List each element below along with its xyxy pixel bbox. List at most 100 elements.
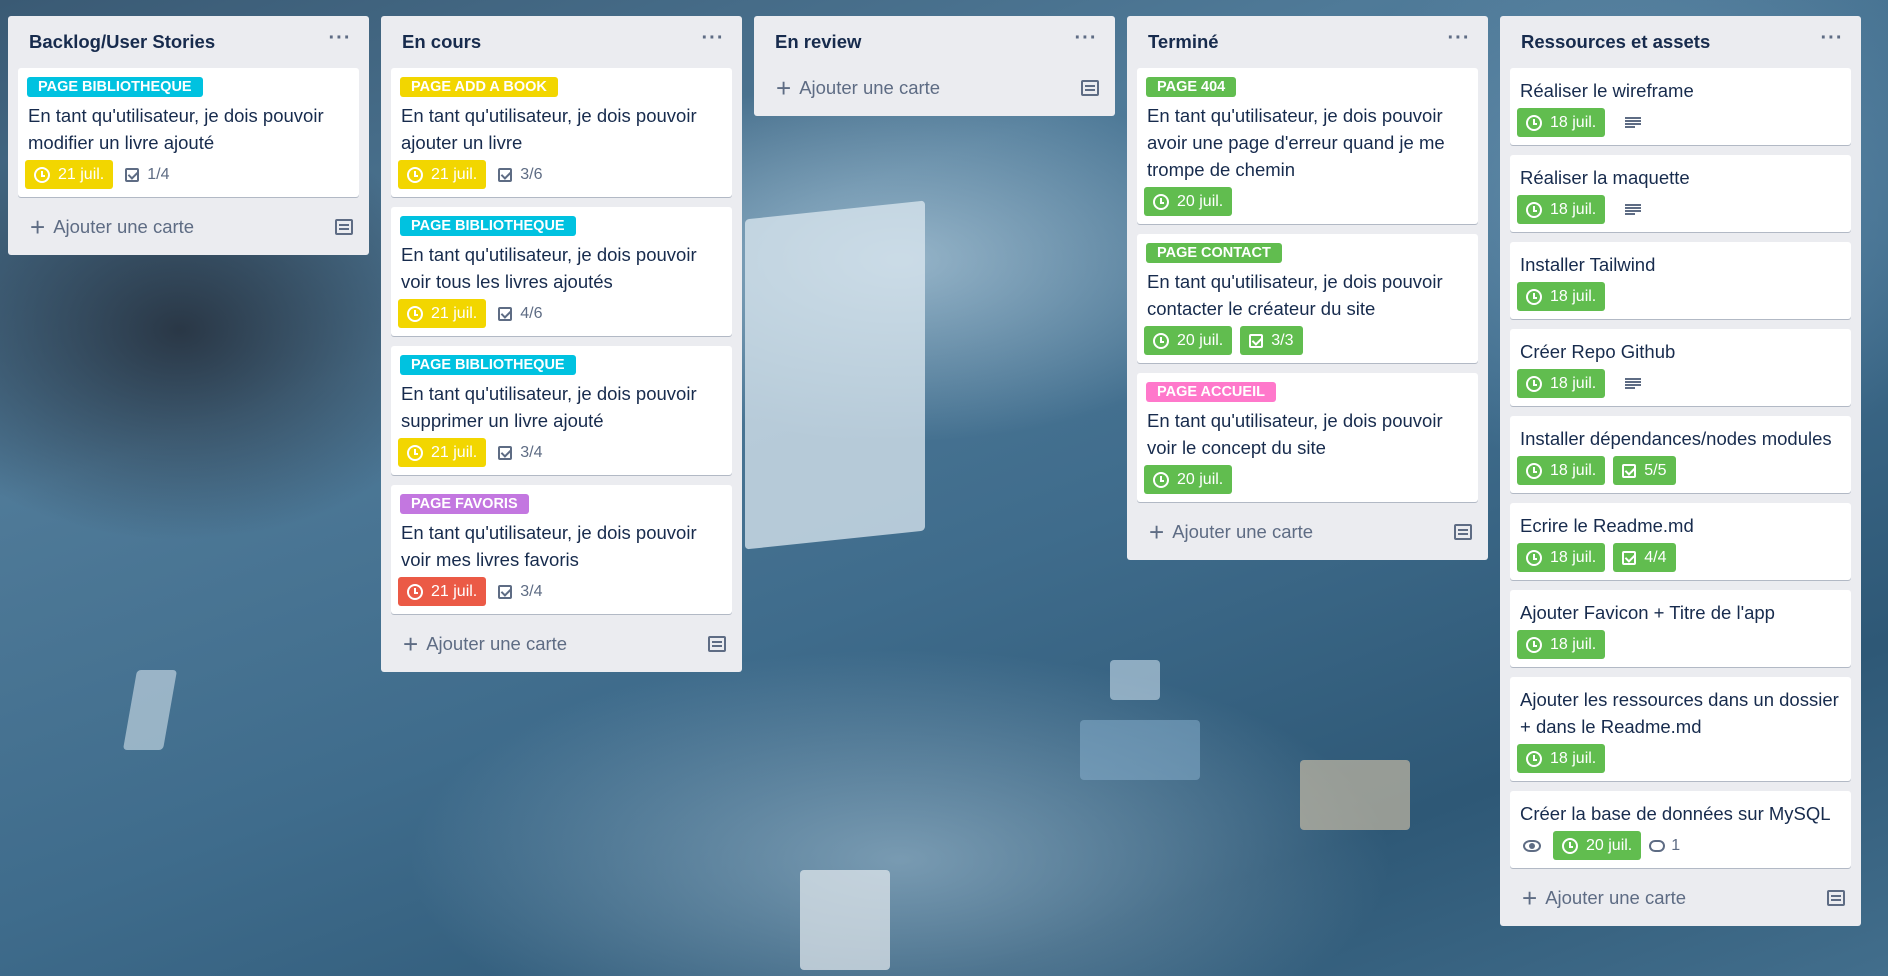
list-title[interactable]: Terminé — [1148, 31, 1219, 53]
card-label[interactable]: PAGE BIBLIOTHEQUE — [400, 216, 576, 236]
checkbox-icon — [498, 584, 513, 599]
card-label[interactable]: PAGE 404 — [1146, 77, 1237, 97]
card[interactable]: Installer Tailwind 18 juil. — [1510, 242, 1851, 319]
due-date-badge[interactable]: 18 juil. — [1517, 108, 1606, 137]
create-from-template-icon[interactable] — [1081, 80, 1099, 96]
card-label[interactable]: PAGE FAVORIS — [400, 494, 529, 514]
card-badges: 18 juil. — [1517, 108, 1841, 137]
list-menu-icon[interactable]: ··· — [325, 28, 355, 56]
due-date-badge[interactable]: 18 juil. — [1517, 744, 1606, 773]
card[interactable]: PAGE BIBLIOTHEQUE En tant qu'utilisateur,… — [18, 68, 359, 197]
add-card-label: Ajouter une carte — [1545, 887, 1687, 908]
list: En review ··· + Ajouter une carte — [754, 16, 1115, 116]
due-date-badge[interactable]: 21 juil. — [25, 160, 114, 189]
due-date-badge[interactable]: 21 juil. — [398, 577, 487, 606]
clock-icon — [1526, 462, 1542, 479]
list: En cours ··· PAGE ADD A BOOK En tant qu'uti… — [381, 16, 742, 672]
due-date-badge[interactable]: 18 juil. — [1517, 543, 1606, 572]
add-card-button[interactable]: + Ajouter une carte — [1149, 519, 1313, 545]
list-menu-icon[interactable]: ··· — [1071, 28, 1101, 56]
checklist-count: 3/4 — [520, 443, 543, 461]
create-from-template-icon[interactable] — [335, 219, 353, 235]
add-card-button[interactable]: + Ajouter une carte — [776, 75, 940, 101]
due-date-badge[interactable]: 18 juil. — [1517, 456, 1606, 485]
due-date-badge[interactable]: 20 juil. — [1144, 465, 1233, 494]
card[interactable]: PAGE ADD A BOOK En tant qu'utilisateur, j… — [391, 68, 732, 197]
comment-icon — [1649, 839, 1666, 852]
card-label[interactable]: PAGE ACCUEIL — [1146, 382, 1276, 402]
card-title: Installer Tailwind — [1520, 254, 1656, 275]
due-date-badge[interactable]: 18 juil. — [1517, 282, 1606, 311]
card[interactable]: Créer Repo Github 18 juil. — [1510, 329, 1851, 406]
card[interactable]: PAGE FAVORIS En tant qu'utilisateur, je d… — [391, 485, 732, 614]
card[interactable]: Ajouter Favicon + Titre de l'app 18 juil. — [1510, 590, 1851, 667]
list-title[interactable]: Backlog/User Stories — [29, 31, 215, 53]
list-header: En review ··· — [764, 16, 1105, 68]
plus-icon: + — [1149, 517, 1165, 547]
card[interactable]: PAGE ACCUEIL En tant qu'utilisateur, je d… — [1137, 373, 1478, 502]
list-header: Ressources et assets ··· — [1510, 16, 1851, 68]
due-date-text: 18 juil. — [1550, 749, 1597, 767]
due-date-badge[interactable]: 20 juil. — [1553, 831, 1642, 860]
comment-count: 1 — [1671, 836, 1681, 854]
card-label[interactable]: PAGE ADD A BOOK — [400, 77, 558, 97]
due-date-text: 18 juil. — [1550, 200, 1597, 218]
due-date-badge[interactable]: 20 juil. — [1144, 187, 1233, 216]
card[interactable]: Ajouter les ressources dans un dossier +… — [1510, 677, 1851, 781]
plus-icon: + — [30, 212, 46, 242]
due-date-text: 21 juil. — [58, 165, 105, 183]
due-date-badge[interactable]: 21 juil. — [398, 438, 487, 467]
card[interactable]: PAGE 404 En tant qu'utilisateur, je dois … — [1137, 68, 1478, 224]
due-date-badge[interactable]: 20 juil. — [1144, 326, 1233, 355]
checklist-count: 5/5 — [1644, 461, 1667, 479]
card[interactable]: Installer dépendances/nodes modules 18 ju… — [1510, 416, 1851, 493]
add-card-row: + Ajouter une carte — [764, 68, 1105, 108]
checkbox-icon — [1622, 550, 1637, 565]
card-title: Installer dépendances/nodes modules — [1520, 428, 1832, 449]
create-from-template-icon[interactable] — [1454, 524, 1472, 540]
due-date-text: 18 juil. — [1550, 287, 1597, 305]
list: Backlog/User Stories ··· PAGE BIBLIOTHEQUE… — [8, 16, 369, 255]
card[interactable]: Ecrire le Readme.md 18 juil. 4/4 — [1510, 503, 1851, 580]
due-date-badge[interactable]: 18 juil. — [1517, 630, 1606, 659]
due-date-text: 18 juil. — [1550, 635, 1597, 653]
list-title[interactable]: En cours — [402, 31, 481, 53]
due-date-badge[interactable]: 18 juil. — [1517, 369, 1606, 398]
plus-icon: + — [1522, 883, 1538, 913]
add-card-button[interactable]: + Ajouter une carte — [30, 214, 194, 240]
create-from-template-icon[interactable] — [708, 636, 726, 652]
card[interactable]: Créer la base de données sur MySQL 20 jui… — [1510, 791, 1851, 868]
add-card-button[interactable]: + Ajouter une carte — [403, 631, 567, 657]
card[interactable]: PAGE BIBLIOTHEQUE En tant qu'utilisateur,… — [391, 207, 732, 336]
card-badges: 21 juil. 1/4 — [25, 160, 349, 189]
add-card-row: + Ajouter une carte — [1137, 512, 1478, 552]
list-menu-icon[interactable]: ··· — [698, 28, 728, 56]
card[interactable]: Réaliser le wireframe 18 juil. — [1510, 68, 1851, 145]
add-card-label: Ajouter une carte — [53, 216, 195, 237]
due-date-text: 20 juil. — [1177, 192, 1224, 210]
list-title[interactable]: En review — [775, 31, 861, 53]
checkbox-icon — [498, 306, 513, 321]
card-badges: 21 juil. 4/6 — [398, 299, 722, 328]
checklist-badge: 3/4 — [498, 583, 543, 601]
list-header: Terminé ··· — [1137, 16, 1478, 68]
due-date-text: 18 juil. — [1550, 113, 1597, 131]
list-title[interactable]: Ressources et assets — [1521, 31, 1710, 53]
card[interactable]: PAGE CONTACT En tant qu'utilisateur, je d… — [1137, 234, 1478, 363]
card[interactable]: PAGE BIBLIOTHEQUE En tant qu'utilisateur,… — [391, 346, 732, 475]
card[interactable]: Réaliser la maquette 18 juil. — [1510, 155, 1851, 232]
due-date-badge[interactable]: 18 juil. — [1517, 195, 1606, 224]
list-menu-icon[interactable]: ··· — [1817, 28, 1847, 56]
card-title: Ajouter les ressources dans un dossier +… — [1520, 689, 1839, 737]
create-from-template-icon[interactable] — [1827, 890, 1845, 906]
add-card-button[interactable]: + Ajouter une carte — [1522, 885, 1686, 911]
card-label[interactable]: PAGE BIBLIOTHEQUE — [400, 355, 576, 375]
list-menu-icon[interactable]: ··· — [1444, 28, 1474, 56]
card-label[interactable]: PAGE BIBLIOTHEQUE — [27, 77, 203, 97]
add-card-label: Ajouter une carte — [426, 633, 568, 654]
card-label[interactable]: PAGE CONTACT — [1146, 243, 1282, 263]
card-title: Créer Repo Github — [1520, 341, 1676, 362]
due-date-badge[interactable]: 21 juil. — [398, 160, 487, 189]
due-date-badge[interactable]: 21 juil. — [398, 299, 487, 328]
clock-icon — [34, 166, 50, 183]
